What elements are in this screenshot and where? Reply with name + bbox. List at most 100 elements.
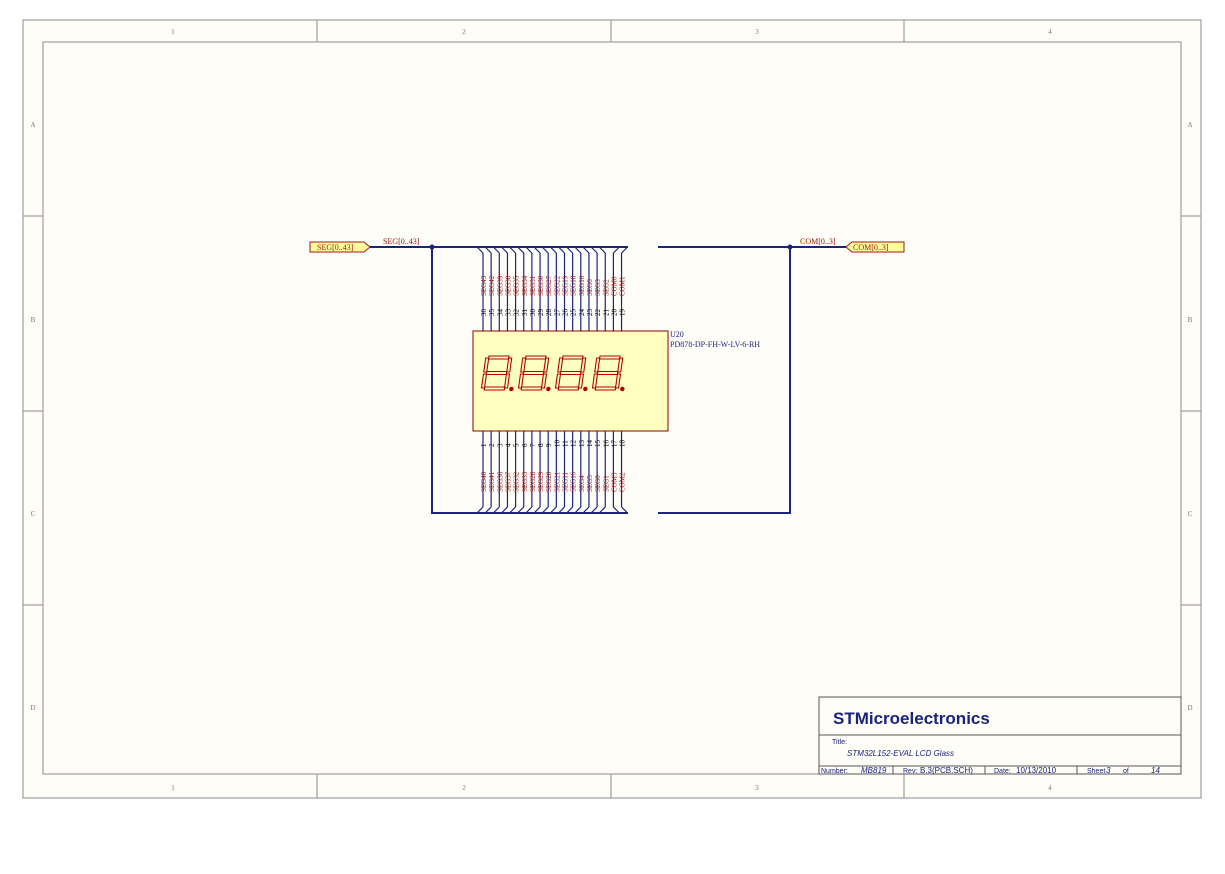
pin-number: 6 <box>521 443 529 447</box>
pin-number: 7 <box>529 443 537 447</box>
sheet-value: 3 <box>1106 766 1111 775</box>
com-port-label: COM[0..3] <box>853 243 889 252</box>
pin-number: 2 <box>488 443 496 447</box>
pin-net-label: SEG4 <box>578 475 586 492</box>
title-block: STMicroelectronics Title: STM32L152-EVAL… <box>818 696 1182 775</box>
pin-number: 5 <box>513 443 521 447</box>
pin-number: 32 <box>513 309 521 317</box>
pin-net-label: SEG19 <box>562 275 570 296</box>
pin-net-label: SEG42 <box>488 275 496 296</box>
rev-value: B.3(PCB.SCH) <box>920 766 973 775</box>
column-label: 4 <box>1048 28 1052 36</box>
row-label: A <box>30 121 35 129</box>
pin-net-label: SEG3 <box>594 279 602 296</box>
pin-net-label: SEG27 <box>545 275 553 296</box>
row-label: B <box>1188 316 1193 324</box>
pin-number: 3 <box>496 443 504 447</box>
date-label: Date: <box>994 768 1011 775</box>
pin-net-label: SEG30 <box>537 275 545 296</box>
pin-number: 9 <box>545 443 553 447</box>
pin-net-label: SEG22 <box>553 275 561 296</box>
lcd-component-body <box>472 330 669 432</box>
column-label: 3 <box>755 784 759 792</box>
pin-number: 30 <box>529 309 537 317</box>
column-label: 2 <box>462 28 466 36</box>
pin-number: 10 <box>553 440 561 448</box>
pin-net-label: SEG20 <box>545 471 553 492</box>
pin-number: 34 <box>496 309 504 317</box>
pin-net-label: SEG11 <box>562 472 570 492</box>
pin-number: 17 <box>610 440 618 448</box>
pin-number: 4 <box>504 443 512 447</box>
pin-net-label: SEG43 <box>480 275 488 296</box>
pin-number: 12 <box>570 440 578 448</box>
seg-port-label: SEG[0..43] <box>317 243 354 252</box>
pin-net-label: SEG21 <box>553 471 561 492</box>
pin-number: 29 <box>537 309 545 317</box>
pin-net-label: SEG41 <box>488 471 496 492</box>
number-label: Number: <box>821 768 848 775</box>
pin-net-label: COM3 <box>610 472 618 492</box>
pin-net-label: SEG10 <box>578 275 586 296</box>
company-name: STMicroelectronics <box>833 709 990 728</box>
column-label: 1 <box>171 784 175 792</box>
pin-number: 33 <box>504 309 512 317</box>
pin-number: 13 <box>578 440 586 448</box>
pin-number: 14 <box>586 440 594 448</box>
schematic-sheet: 11223344A AB BC CD D SEG[0..43] SEG[0..43] C… <box>22 19 1202 799</box>
pin-net-label: SEG39 <box>496 275 504 296</box>
pin-net-label: COM1 <box>619 276 627 296</box>
pin-number: 26 <box>562 309 570 317</box>
date-value: 10/13/2010 <box>1016 766 1057 775</box>
pin-net-label: SEG2 <box>602 279 610 296</box>
pin-number: 16 <box>602 440 610 448</box>
column-label: 3 <box>755 28 759 36</box>
pin-number: 35 <box>488 309 496 317</box>
pin-net-label: SEG34 <box>521 275 529 296</box>
com-net-label: COM[0..3] <box>800 237 836 246</box>
row-label: D <box>30 704 35 712</box>
pin-number: 18 <box>619 440 627 448</box>
pin-number: 15 <box>594 440 602 448</box>
component-designator: U20 <box>670 330 684 339</box>
pin-net-label: SEG0 <box>594 475 602 492</box>
sheet-label: Sheet <box>1087 768 1105 775</box>
pin-net-label: COM0 <box>610 276 618 296</box>
pin-net-label: SEG32 <box>513 471 521 492</box>
pin-net-label: SEG6 <box>586 279 594 296</box>
pin-net-label: SEG31 <box>529 275 537 296</box>
pin-number: 24 <box>578 309 586 317</box>
of-label: of <box>1123 768 1129 775</box>
pin-number: 20 <box>610 309 618 317</box>
pin-net-label: SEG33 <box>521 471 529 492</box>
pin-net-label: COM2 <box>619 472 627 492</box>
pin-number: 28 <box>545 309 553 317</box>
pin-number: 25 <box>570 309 578 317</box>
pin-net-label: SEG28 <box>529 471 537 492</box>
pin-number: 21 <box>602 309 610 317</box>
column-label: 4 <box>1048 784 1052 792</box>
rev-label: Rev: <box>903 768 917 775</box>
row-label: A <box>1187 121 1192 129</box>
title-value: STM32L152-EVAL LCD Glass <box>847 749 954 758</box>
column-label: 2 <box>462 784 466 792</box>
pin-number: 36 <box>480 309 488 317</box>
pin-number: 22 <box>594 309 602 317</box>
pin-number: 23 <box>586 309 594 317</box>
column-label: 1 <box>171 28 175 36</box>
com-port: COM[0..3] <box>845 241 905 253</box>
title-label: Title: <box>832 739 847 746</box>
pin-net-label: SEG37 <box>504 471 512 492</box>
pin-net-label: SEG1 <box>602 475 610 492</box>
seg-port: SEG[0..43] <box>309 241 371 253</box>
row-label: C <box>31 510 36 518</box>
seg-net-label: SEG[0..43] <box>383 237 420 246</box>
sheet-total: 14 <box>1151 766 1160 775</box>
pin-number: 31 <box>521 309 529 317</box>
row-label: C <box>1188 510 1193 518</box>
pin-net-label: SEG35 <box>513 275 521 296</box>
pin-net-label: SEG36 <box>496 471 504 492</box>
number-value: MB819 <box>861 766 887 775</box>
pin-net-label: SEG16 <box>570 471 578 492</box>
pin-net-label: SEG29 <box>537 471 545 492</box>
